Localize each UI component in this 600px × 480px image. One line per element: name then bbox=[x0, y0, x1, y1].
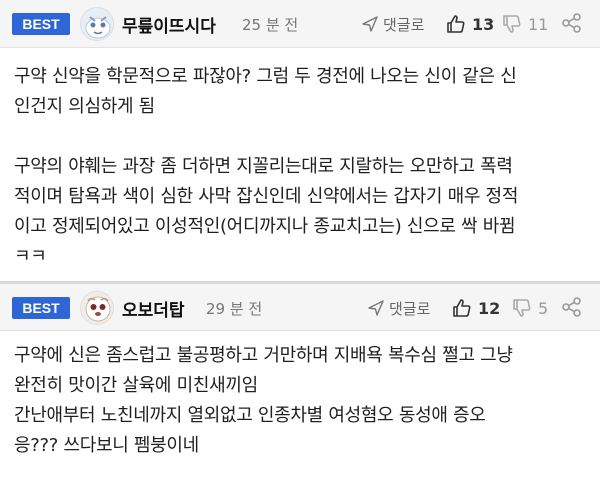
share-icon bbox=[562, 297, 581, 317]
comment-body: 구약 신약을 학문적으로 파잖아? 그럼 두 경전에 나오는 신이 같은 신 인… bbox=[14, 62, 586, 272]
dislike-count: 11 bbox=[528, 14, 549, 34]
timestamp: 29 분 전 bbox=[206, 300, 263, 318]
share-icon bbox=[562, 13, 581, 33]
share-button[interactable] bbox=[561, 296, 585, 320]
like-button[interactable]: 12 bbox=[452, 295, 500, 321]
reply-button[interactable]: 댓글로 bbox=[362, 12, 424, 36]
like-count: 13 bbox=[472, 14, 495, 34]
dislike-count: 5 bbox=[538, 298, 549, 318]
comment-header: BEST 무릎이뜨시다 25 분 전 댓글로 13 11 bbox=[0, 0, 600, 48]
send-arrow-icon bbox=[368, 300, 384, 316]
avatar[interactable] bbox=[80, 7, 114, 41]
like-button[interactable]: 13 bbox=[446, 11, 494, 37]
comment-line: 간난애부터 노친네까지 열외없고 인종차별 여성혐오 동성애 증오 bbox=[14, 405, 486, 426]
dislike-button[interactable]: 5 bbox=[512, 295, 548, 321]
share-button[interactable] bbox=[561, 12, 585, 36]
comment-line: 인건지 의심하게 됨 bbox=[14, 96, 155, 117]
comment-1: BEST 무릎이뜨시다 25 분 전 댓글로 13 11 구약 신약을 학문적으… bbox=[0, 0, 600, 281]
like-count: 12 bbox=[478, 298, 501, 318]
thumbs-down-icon bbox=[503, 15, 521, 33]
username[interactable]: 오보더탑 bbox=[122, 296, 185, 321]
comment-line: 이고 정제되어있고 이성적인(어디까지나 종교치고는) 신으로 싹 바뀜 bbox=[14, 216, 516, 237]
comment-line: 구약에 신은 좀스럽고 불공평하고 거만하며 지배욕 복수심 쩔고 그냥 bbox=[14, 345, 513, 366]
dislike-button[interactable]: 11 bbox=[502, 11, 548, 37]
comment-line: 응??? 쓰다보니 펨붕이네 bbox=[14, 435, 199, 456]
send-arrow-icon bbox=[362, 16, 378, 32]
reply-label: 댓글로 bbox=[389, 299, 431, 318]
reply-button[interactable]: 댓글로 bbox=[368, 296, 430, 320]
best-badge: BEST bbox=[12, 297, 70, 319]
username[interactable]: 무릎이뜨시다 bbox=[122, 12, 216, 37]
comment-header: BEST 오보더탑 29 분 전 댓글로 12 5 bbox=[0, 283, 600, 331]
comment-line: ㅋㅋ bbox=[14, 246, 47, 267]
best-badge: BEST bbox=[12, 13, 70, 35]
comment-line: 구약의 야훼는 과장 좀 더하면 지꼴리는대로 지랄하는 오만하고 폭력 bbox=[14, 156, 513, 177]
timestamp: 25 분 전 bbox=[242, 16, 299, 34]
comment-line: 구약 신약을 학문적으로 파잖아? 그럼 두 경전에 나오는 신이 같은 신 bbox=[14, 66, 517, 87]
reply-label: 댓글로 bbox=[383, 15, 425, 34]
comment-line: 완전히 맛이간 살육에 미친새끼임 bbox=[14, 375, 258, 396]
comment-line: 적이며 탐욕과 색이 심한 사막 잡신인데 신약에서는 갑자기 매우 정적 bbox=[14, 186, 519, 207]
thumbs-down-icon bbox=[513, 299, 531, 317]
thumbs-up-icon bbox=[447, 15, 465, 33]
thumbs-up-icon bbox=[453, 299, 471, 317]
avatar[interactable] bbox=[80, 291, 114, 325]
comment-2: BEST 오보더탑 29 분 전 댓글로 12 5 구약에 신은 좀스럽고 불공… bbox=[0, 283, 600, 480]
comment-body: 구약에 신은 좀스럽고 불공평하고 거만하며 지배욕 복수심 쩔고 그냥 완전히… bbox=[14, 341, 586, 461]
